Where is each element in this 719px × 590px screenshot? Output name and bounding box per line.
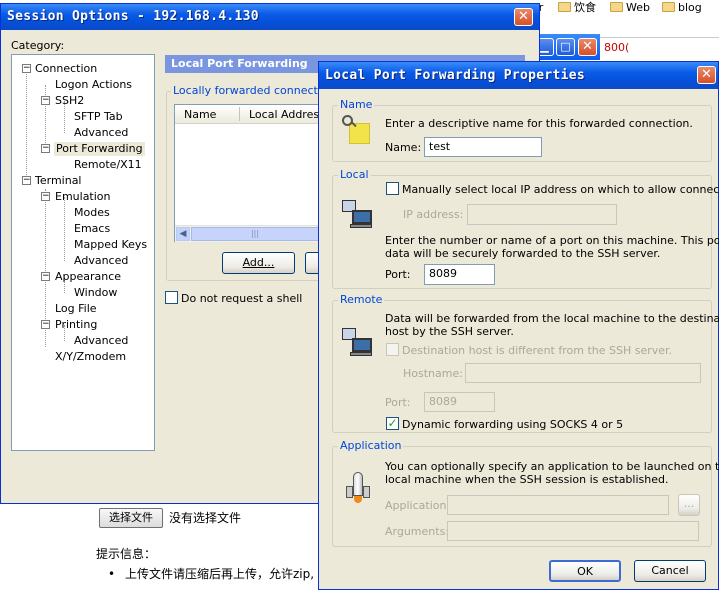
tree-item-remote-x11[interactable]: Remote/X11 [74,158,142,172]
tree-item-connection[interactable]: Connection [35,62,97,76]
rocket-icon [342,472,374,504]
ok-button[interactable]: OK [549,560,621,582]
dynamic-forwarding-checkbox[interactable]: ✓ [386,417,399,430]
list-header: Name Local Address [175,105,325,124]
collapse-icon[interactable]: − [41,144,50,153]
collapse-icon[interactable]: − [41,192,50,201]
hostname-field[interactable] [465,363,701,383]
file-status-text: 没有选择文件 [169,511,242,525]
category-tree[interactable]: − Connection Logon Actions − SSH2 SFTP T… [11,54,155,451]
remote-description-1: Data will be forwarded from the local ma… [385,312,719,325]
session-options-titlebar: Session Options - 192.168.4.130 [1,4,539,30]
choose-file-button[interactable]: 选择文件 [99,508,163,528]
add-button-label: Add... [242,256,275,269]
port-description-1: Enter the number or name of a port on th… [385,234,719,247]
port-description-2: data will be securely forwarded to the S… [385,247,661,260]
folder-icon [662,2,675,12]
browse-button[interactable]: ... [678,494,700,516]
category-label: Category: [11,39,65,52]
red-code-text: 800( [604,41,630,54]
tree-item-log-file[interactable]: Log File [55,302,97,316]
remote-port-field[interactable]: 8089 [424,392,495,412]
collapse-icon[interactable]: − [41,272,50,281]
name-tag-icon [342,115,374,147]
remote-description-2: host by the SSH server. [385,325,514,338]
arguments-field[interactable] [447,521,699,541]
folder-icon [558,2,571,12]
computer-icon [342,196,374,228]
application-label: Application: [385,499,451,512]
collapse-icon[interactable]: − [41,96,50,105]
collapse-icon[interactable]: − [22,64,31,73]
maximize-icon[interactable]: □ [556,38,575,56]
remote-group-label: Remote [338,293,385,306]
port-field-label: Port: [385,268,411,281]
hostname-label: Hostname: [403,367,463,380]
ip-address-label: IP address: [403,208,464,221]
arguments-label: Arguments: [385,525,450,538]
application-group-label: Application [338,439,404,452]
tree-item-port-forwarding[interactable]: Port Forwarding [54,142,145,156]
tree-item-advanced[interactable]: Advanced [74,334,128,348]
name-field-label: Name: [385,141,422,154]
tree-item-advanced[interactable]: Advanced [74,254,128,268]
tree-item-emulation[interactable]: Emulation [55,190,111,204]
tree-item-ssh2[interactable]: SSH2 [55,94,84,108]
name-description: Enter a descriptive name for this forwar… [385,117,693,130]
tree-item-emacs[interactable]: Emacs [74,222,110,236]
no-shell-checkbox[interactable] [165,291,178,304]
tree-item-appearance[interactable]: Appearance [55,270,121,284]
bookmark-item[interactable]: 饮食 [558,0,596,14]
dynamic-forwarding-label: Dynamic forwarding using SOCKS 4 or 5 [402,418,624,431]
tree-item-advanced[interactable]: Advanced [74,126,128,140]
tree-item-terminal[interactable]: Terminal [35,174,82,188]
scroll-thumb[interactable]: ||| [191,227,319,241]
hint-title: 提示信息： [96,547,157,561]
properties-titlebar: Local Port Forwarding Properties [319,62,718,89]
column-header-name[interactable]: Name [184,108,216,121]
scroll-left-icon[interactable]: ◀ [176,227,190,241]
tree-item-printing[interactable]: Printing [55,318,97,332]
web-page-area: 选择文件 没有选择文件 提示信息： • 上传文件请压缩后再上传，允许zip, r [0,503,330,590]
tree-item-window[interactable]: Window [74,286,117,300]
hint-line: 上传文件请压缩后再上传，允许zip, r [125,567,323,581]
app-description-1: You can optionally specify an applicatio… [385,460,719,473]
manual-ip-label: Manually select local IP address on whic… [402,183,719,196]
close-icon[interactable]: ✕ [578,38,597,56]
close-icon[interactable]: ✕ [697,66,716,84]
destination-host-label: Destination host is different from the S… [402,344,673,357]
ip-address-field[interactable] [467,204,617,225]
tree-item-xyzmodem[interactable]: X/Y/Zmodem [55,350,126,364]
tree-item-sftp-tab[interactable]: SFTP Tab [74,110,123,124]
name-field[interactable]: test [424,137,542,157]
horizontal-scrollbar[interactable]: ◀ ||| [175,225,323,242]
bookmark-item[interactable]: Web [610,0,650,14]
tree-item-mapped-keys[interactable]: Mapped Keys [74,238,147,252]
bookmark-item[interactable]: blog [662,0,702,14]
name-group-label: Name [338,98,375,111]
app-description-2: local machine when the SSH session is es… [385,473,669,486]
manual-ip-checkbox[interactable] [386,182,399,195]
column-header-local-address[interactable]: Local Address [249,108,325,121]
cancel-button[interactable]: Cancel [634,560,706,582]
tree-item-logon-actions[interactable]: Logon Actions [55,78,132,92]
computer-icon [342,324,374,356]
remote-port-label: Port: [385,396,411,409]
local-port-field[interactable]: 8089 [424,264,495,285]
no-shell-label: Do not request a shell [181,292,303,305]
application-field[interactable] [447,495,669,515]
forwarded-connections-label: Locally forwarded connections [171,84,343,97]
local-group-label: Local [338,168,371,181]
collapse-icon[interactable]: − [41,320,50,329]
folder-icon [610,2,623,12]
add-button[interactable]: Add... [222,252,295,274]
close-icon[interactable]: ✕ [514,8,533,26]
forwarded-connections-list[interactable]: Name Local Address ◀ ||| [174,104,325,242]
destination-host-checkbox[interactable] [386,343,399,356]
background-editor-strip: 800( [598,37,719,60]
tree-item-modes[interactable]: Modes [74,206,110,220]
bullet-icon: • [108,567,116,581]
collapse-icon[interactable]: − [22,176,31,185]
